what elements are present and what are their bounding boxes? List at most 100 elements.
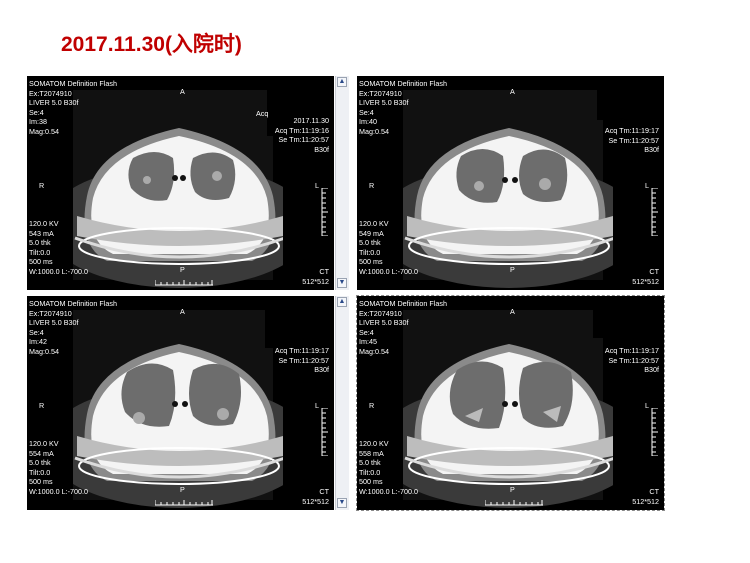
header-info: SOMATOM Definition Flash Ex:T2074910 LIV… xyxy=(359,79,447,137)
kv: 120.0 KV xyxy=(29,439,59,448)
protocol: LIVER 5.0 B30f xyxy=(29,98,79,108)
vertical-scale-ruler xyxy=(321,408,328,456)
horizontal-scale-ruler xyxy=(485,500,543,506)
acquisition-params: 120.0 KV 543 mA 5.0 thk Tilt:0.0 500 ms … xyxy=(29,219,88,277)
orientation-top: A xyxy=(180,307,185,316)
matrix-info: CT 512*512 xyxy=(302,487,329,506)
study-date: 2017.11.30 xyxy=(293,116,329,125)
orientation-bottom: P xyxy=(510,485,515,494)
scroll-up-button[interactable]: ▲ xyxy=(337,297,347,307)
protocol: LIVER 5.0 B30f xyxy=(29,318,79,328)
ma: 554 mA xyxy=(29,448,54,458)
ct-viewer-bottom-left[interactable]: SOMATOM Definition Flash Ex:T2074910 LIV… xyxy=(27,296,334,510)
vertical-scale-ruler xyxy=(651,188,658,236)
orientation-left: R xyxy=(39,401,45,410)
orientation-left: R xyxy=(369,401,375,410)
modality: CT xyxy=(649,487,659,496)
viewer-scrollbar-top-left[interactable]: ▲ ▼ xyxy=(335,76,349,290)
window-level: W:1000.0 L:-700.0 xyxy=(359,266,419,276)
ma: 558 mA xyxy=(359,448,384,458)
kernel: B30f xyxy=(314,144,329,154)
vertical-scale-ruler xyxy=(321,188,328,236)
vertical-scale-ruler xyxy=(651,408,658,456)
header-info: SOMATOM Definition Flash Ex:T2074910 LIV… xyxy=(29,79,117,137)
protocol: LIVER 5.0 B30f xyxy=(359,98,409,108)
magnification: Mag:0.54 xyxy=(359,346,389,356)
matrix-info: CT 512*512 xyxy=(632,267,659,286)
rotation-time: 500 ms xyxy=(29,477,53,487)
redaction-box xyxy=(265,300,319,348)
acquisition-params: 120.0 KV 558 mA 5.0 thk Tilt:0.0 500 ms … xyxy=(359,439,418,497)
orientation-right: L xyxy=(645,401,649,410)
exam-id: Ex:T2074910 xyxy=(359,88,402,98)
ma: 549 mA xyxy=(359,228,384,238)
exam-id: Ex:T2074910 xyxy=(359,308,402,318)
orientation-bottom: P xyxy=(180,485,185,494)
series: Se:4 xyxy=(359,327,374,337)
acq-time: Acq Tm:11:19:17 xyxy=(604,126,659,135)
page-title: 2017.11.30(入院时) xyxy=(61,33,242,56)
orientation-top: A xyxy=(510,307,515,316)
kv: 120.0 KV xyxy=(29,219,59,228)
scanner-model: SOMATOM Definition Flash xyxy=(359,299,448,308)
ct-viewer-bottom-right[interactable]: SOMATOM Definition Flash Ex:T2074910 LIV… xyxy=(356,295,665,511)
orientation-bottom: P xyxy=(180,265,185,274)
thickness: 5.0 thk xyxy=(29,238,51,248)
redaction-box xyxy=(597,84,664,120)
acquisition-params: 120.0 KV 549 mA 5.0 thk Tilt:0.0 500 ms … xyxy=(359,219,418,277)
orientation-top: A xyxy=(180,87,185,96)
window-level: W:1000.0 L:-700.0 xyxy=(29,486,89,496)
orientation-bottom: P xyxy=(510,265,515,274)
modality: CT xyxy=(319,267,329,276)
matrix-size: 512*512 xyxy=(632,276,659,286)
scroll-down-button[interactable]: ▼ xyxy=(337,498,347,508)
redaction-box xyxy=(593,300,657,338)
right-info: Acq Tm:11:19:17 Se Tm:11:20:57 B30f xyxy=(605,346,659,375)
matrix-size: 512*512 xyxy=(632,496,659,506)
tilt: Tilt:0.0 xyxy=(29,467,51,477)
matrix-info: CT 512*512 xyxy=(302,267,329,286)
scanner-model: SOMATOM Definition Flash xyxy=(359,79,448,88)
image-number: Im:40 xyxy=(359,117,377,127)
series-time: Se Tm:11:20:57 xyxy=(608,135,659,145)
orientation-left: R xyxy=(39,181,45,190)
series: Se:4 xyxy=(29,107,44,117)
orientation-left: R xyxy=(369,181,375,190)
triangle-up-icon: ▲ xyxy=(338,78,346,85)
image-number: Im:38 xyxy=(29,117,47,127)
right-info: Acq Tm:11:19:17 Se Tm:11:20:57 B30f xyxy=(605,126,659,155)
scroll-down-button[interactable]: ▼ xyxy=(337,278,347,288)
matrix-size: 512*512 xyxy=(302,496,329,506)
viewer-scrollbar-bottom-left[interactable]: ▲ ▼ xyxy=(335,296,349,510)
horizontal-scale-ruler xyxy=(155,500,213,506)
scanner-model: SOMATOM Definition Flash xyxy=(29,299,118,308)
ct-viewer-top-left[interactable]: SOMATOM Definition Flash Ex:T2074910 LIV… xyxy=(27,76,334,290)
series-time: Se Tm:11:20:57 xyxy=(608,355,659,365)
thickness: 5.0 thk xyxy=(29,458,51,468)
right-info: Acq Tm:11:19:17 Se Tm:11:20:57 B30f xyxy=(275,346,329,375)
kernel: B30f xyxy=(644,365,659,375)
scanner-model: SOMATOM Definition Flash xyxy=(29,79,118,88)
image-number: Im:45 xyxy=(359,337,377,347)
orientation-right: L xyxy=(645,181,649,190)
kv: 120.0 KV xyxy=(359,219,389,228)
modality: CT xyxy=(649,267,659,276)
acquisition-params: 120.0 KV 554 mA 5.0 thk Tilt:0.0 500 ms … xyxy=(29,439,88,497)
rotation-time: 500 ms xyxy=(359,477,383,487)
rotation-time: 500 ms xyxy=(359,257,383,267)
magnification: Mag:0.54 xyxy=(29,126,59,136)
exam-id: Ex:T2074910 xyxy=(29,88,72,98)
scroll-up-button[interactable]: ▲ xyxy=(337,77,347,87)
thickness: 5.0 thk xyxy=(359,458,381,468)
thickness: 5.0 thk xyxy=(359,238,381,248)
window-level: W:1000.0 L:-700.0 xyxy=(29,266,89,276)
kv: 120.0 KV xyxy=(359,439,389,448)
partial-acq-text: Acq xyxy=(256,109,269,118)
orientation-top: A xyxy=(510,87,515,96)
tilt: Tilt:0.0 xyxy=(29,247,51,257)
right-info: 2017.11.30 Acq Tm:11:19:16 Se Tm:11:20:5… xyxy=(275,116,329,154)
series: Se:4 xyxy=(29,327,44,337)
window-level: W:1000.0 L:-700.0 xyxy=(359,486,419,496)
ct-viewer-top-right[interactable]: SOMATOM Definition Flash Ex:T2074910 LIV… xyxy=(357,76,664,290)
orientation-right: L xyxy=(315,401,319,410)
